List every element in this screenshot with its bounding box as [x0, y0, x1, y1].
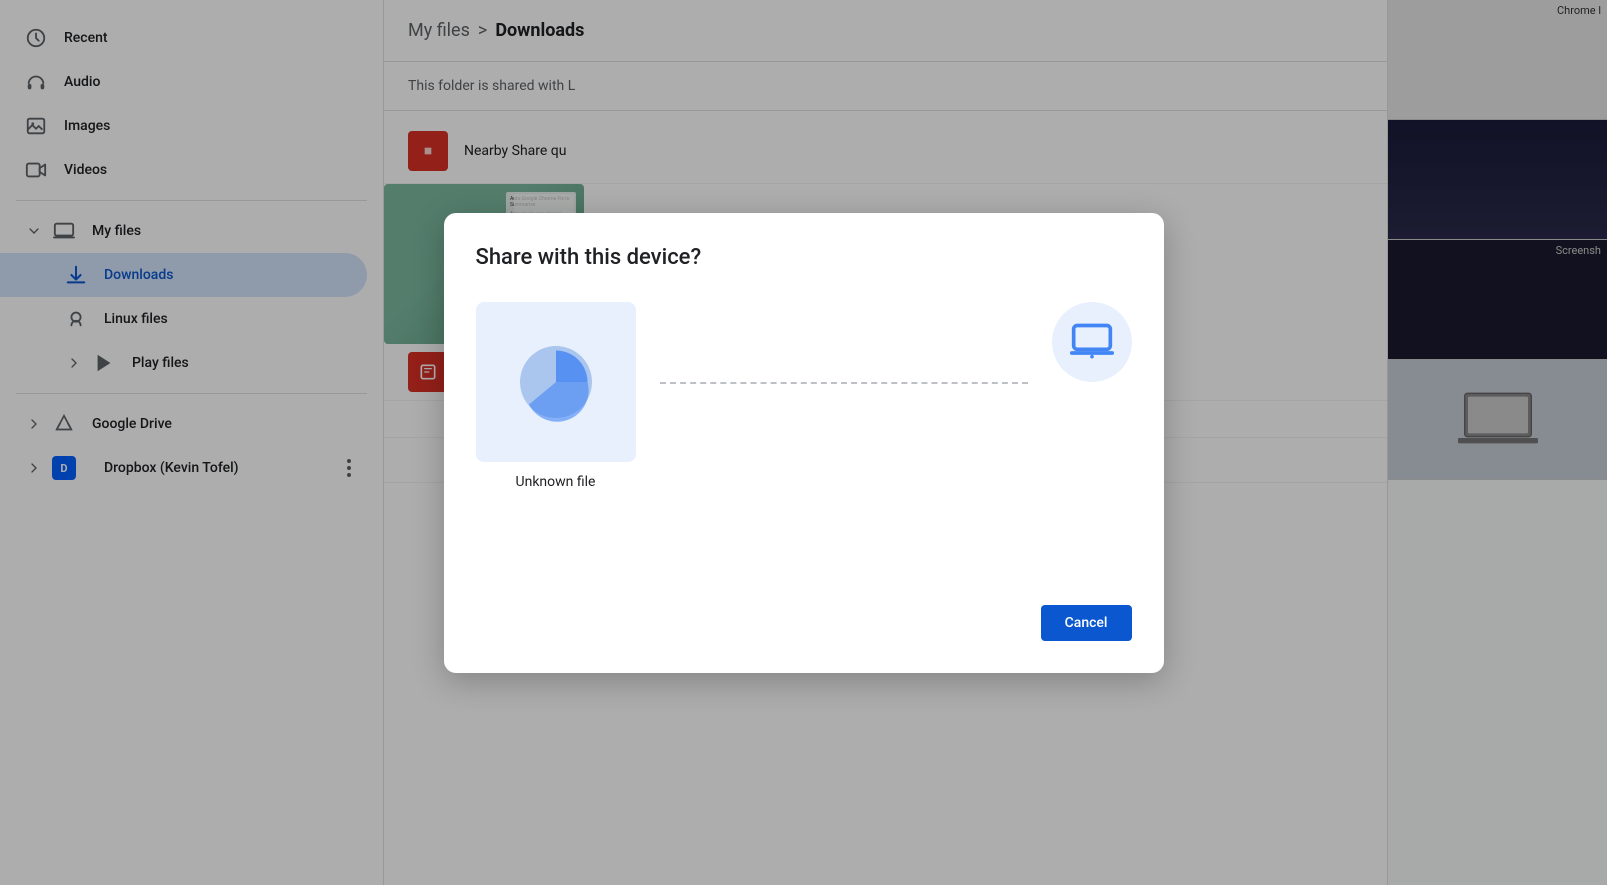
device-icon-wrap	[1052, 302, 1132, 382]
modal-overlay: Share with this device? Unknown file	[0, 0, 1607, 885]
file-preview-icon	[476, 302, 636, 462]
share-device-modal: Share with this device? Unknown file	[444, 213, 1164, 673]
modal-title: Share with this device?	[476, 245, 1132, 270]
unknown-file-icon	[511, 337, 601, 427]
modal-footer: Cancel	[476, 605, 1132, 641]
cancel-button[interactable]: Cancel	[1041, 605, 1132, 641]
transfer-line	[660, 382, 1028, 384]
file-preview-label: Unknown file	[516, 474, 596, 490]
device-laptop-icon	[1070, 320, 1114, 364]
modal-content: Unknown file	[476, 302, 1132, 573]
file-preview-card: Unknown file	[476, 302, 636, 490]
